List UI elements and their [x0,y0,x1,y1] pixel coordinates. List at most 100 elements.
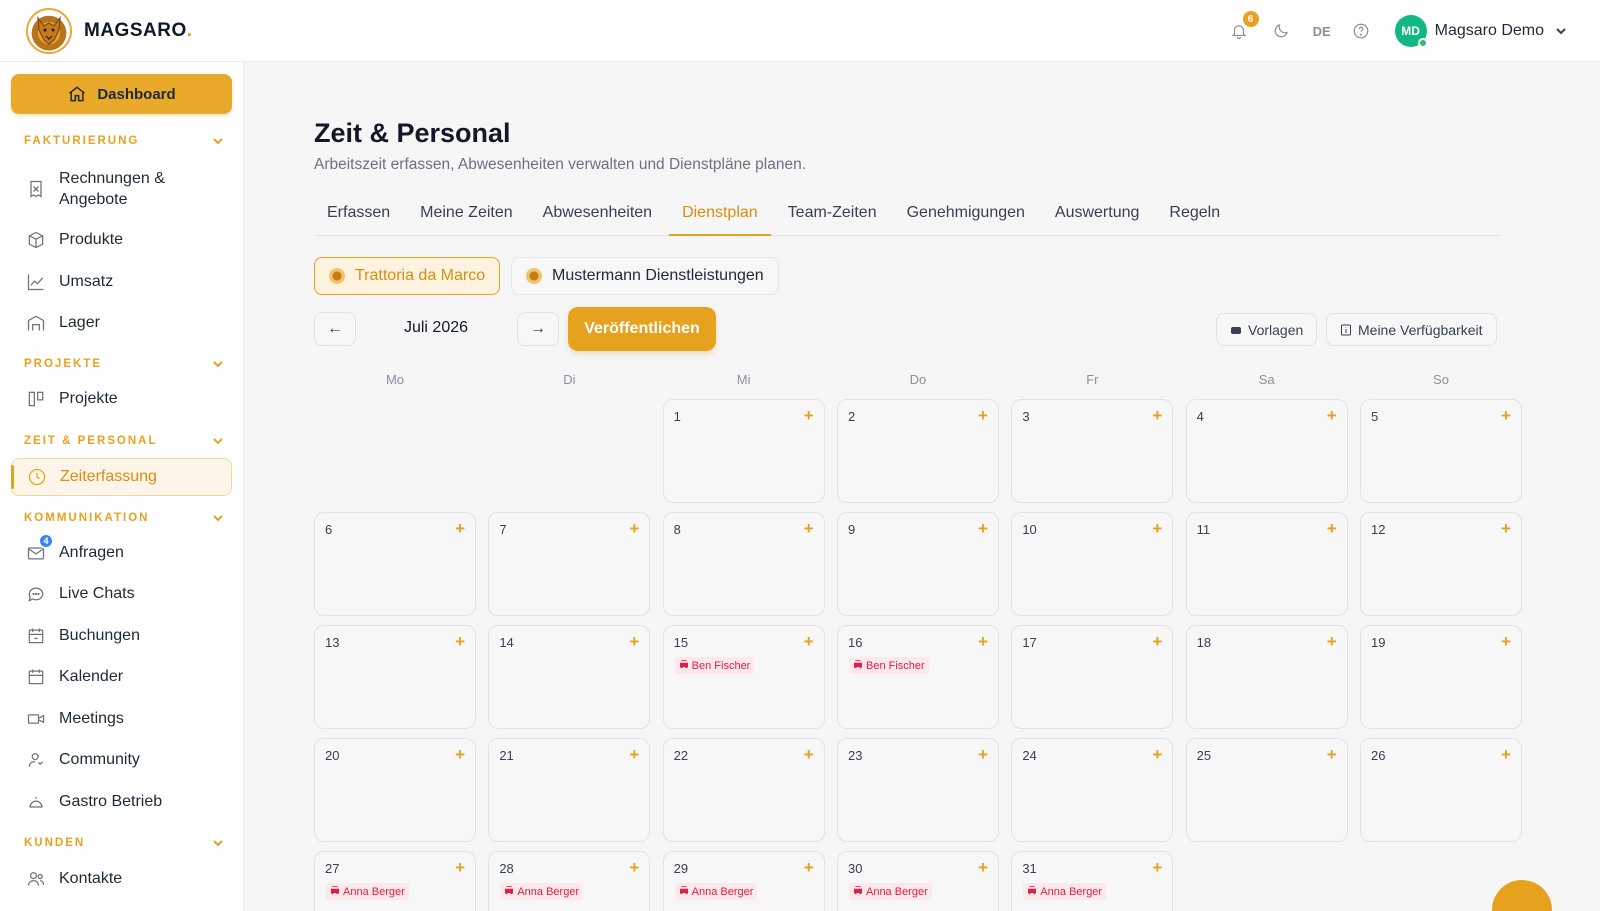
calendar-day-cell[interactable]: 18 + [1185,625,1348,729]
calendar-day-cell[interactable]: 5 + [1359,399,1522,503]
sidebar-item-community[interactable]: Community [11,748,232,772]
shift-entry[interactable]: Ben Fischer [848,657,929,674]
section-zeit-personal[interactable]: ZEIT & PERSONAL [24,435,224,447]
sidebar-item-anfragen[interactable]: 4 Anfragen [11,533,232,565]
calendar-day-cell[interactable]: 28 + Anna Berger [488,851,651,911]
add-shift-button[interactable]: + [1501,632,1511,652]
sidebar-item-gastro[interactable]: Gastro Betrieb [11,790,232,814]
add-shift-button[interactable]: + [804,745,814,765]
calendar-day-cell[interactable]: 10 + [1011,512,1174,616]
dark-mode-moon-icon[interactable] [1269,19,1293,43]
shift-entry[interactable]: Anna Berger [500,883,584,900]
add-shift-button[interactable]: + [978,858,988,878]
calendar-day-cell[interactable]: 3 + [1011,399,1174,503]
calendar-day-cell[interactable]: 20 + [314,738,476,842]
sidebar-item-umsatz[interactable]: Umsatz [11,270,232,294]
calendar-day-cell[interactable]: 31 + Anna Berger [1011,851,1174,911]
add-shift-button[interactable]: + [1501,745,1511,765]
add-shift-button[interactable]: + [804,858,814,878]
business-mustermann-button[interactable]: Mustermann Dienstleistungen [511,257,779,295]
tab-team-zeiten[interactable]: Team-Zeiten [775,198,890,236]
tab-abwesenheiten[interactable]: Abwesenheiten [530,198,665,236]
add-shift-button[interactable]: + [1501,519,1511,539]
add-shift-button[interactable]: + [1501,406,1511,426]
shift-entry[interactable]: Anna Berger [848,883,932,900]
calendar-day-cell[interactable]: 24 + [1011,738,1174,842]
calendar-day-cell[interactable]: 12 + [1359,512,1522,616]
calendar-day-cell[interactable]: 15 + Ben Fischer [662,625,825,729]
add-shift-button[interactable]: + [804,406,814,426]
calendar-day-cell[interactable]: 21 + [488,738,651,842]
sidebar-item-zeiterfassung[interactable]: Zeiterfassung [11,458,232,496]
calendar-day-cell[interactable]: 8 + [662,512,825,616]
add-shift-button[interactable]: + [629,519,639,539]
language-switch[interactable]: DE [1313,24,1331,39]
sidebar-item-buchungen[interactable]: Buchungen [11,624,232,648]
add-shift-button[interactable]: + [978,745,988,765]
calendar-day-cell[interactable]: 26 + [1359,738,1522,842]
calendar-day-cell[interactable]: 29 + Anna Berger [662,851,825,911]
tab-genehmigungen[interactable]: Genehmigungen [894,198,1038,236]
help-icon[interactable] [1349,19,1373,43]
business-trattoria-button[interactable]: Trattoria da Marco [314,257,501,295]
add-shift-button[interactable]: + [629,632,639,652]
section-kommunikation[interactable]: KOMMUNIKATION [24,512,224,524]
calendar-day-cell[interactable]: 6 + [314,512,476,616]
add-shift-button[interactable]: + [1152,858,1162,878]
add-shift-button[interactable]: + [455,519,465,539]
brand-logo[interactable]: MAGSARO. [26,8,193,54]
tab-regeln[interactable]: Regeln [1156,198,1233,236]
add-shift-button[interactable]: + [1152,406,1162,426]
sidebar-item-live-chats[interactable]: Live Chats [11,582,232,606]
calendar-day-cell[interactable]: 13 + [314,625,476,729]
tab-auswertung[interactable]: Auswertung [1042,198,1153,236]
shift-entry[interactable]: Anna Berger [326,883,409,900]
tab-meine-zeiten[interactable]: Meine Zeiten [407,198,526,236]
calendar-day-cell[interactable]: 2 + [836,399,999,503]
shift-entry[interactable]: Anna Berger [1023,883,1107,900]
notifications-bell-icon[interactable]: 6 [1227,9,1261,43]
calendar-day-cell[interactable]: 9 + [836,512,999,616]
calendar-day-cell[interactable]: 1 + [662,399,825,503]
availability-button[interactable]: Meine Verfügbarkeit [1326,313,1497,346]
shift-entry[interactable]: Anna Berger [674,883,758,900]
dashboard-button[interactable]: Dashboard [11,74,232,114]
calendar-day-cell[interactable]: 19 + [1359,625,1522,729]
sidebar-item-rechnungen[interactable]: Rechnungen & Angebote [11,166,232,212]
add-shift-button[interactable]: + [1327,745,1337,765]
add-shift-button[interactable]: + [978,519,988,539]
tab-erfassen[interactable]: Erfassen [314,198,403,236]
calendar-day-cell[interactable]: 22 + [662,738,825,842]
add-shift-button[interactable]: + [1152,745,1162,765]
templates-button[interactable]: Vorlagen [1216,313,1318,346]
add-shift-button[interactable]: + [455,745,465,765]
calendar-day-cell[interactable]: 25 + [1185,738,1348,842]
prev-month-button[interactable]: ← [314,312,356,346]
sidebar-item-meetings[interactable]: Meetings [11,707,232,731]
next-month-button[interactable]: → [517,312,559,346]
sidebar-item-lager[interactable]: Lager [11,311,232,335]
add-shift-button[interactable]: + [978,632,988,652]
calendar-day-cell[interactable]: 11 + [1185,512,1348,616]
add-shift-button[interactable]: + [1327,519,1337,539]
add-shift-button[interactable]: + [804,632,814,652]
publish-button[interactable]: Veröffentlichen [568,307,716,351]
calendar-day-cell[interactable]: 17 + [1011,625,1174,729]
calendar-day-cell[interactable]: 30 + Anna Berger [836,851,999,911]
chevron-down-icon[interactable] [1554,24,1568,38]
calendar-day-cell[interactable]: 16 + Ben Fischer [836,625,999,729]
calendar-day-cell[interactable]: 14 + [488,625,651,729]
add-shift-button[interactable]: + [804,519,814,539]
sidebar-item-kalender[interactable]: Kalender [11,665,232,689]
add-shift-button[interactable]: + [978,406,988,426]
add-shift-button[interactable]: + [455,858,465,878]
add-shift-button[interactable]: + [629,858,639,878]
sidebar-item-produkte[interactable]: Produkte [11,228,232,252]
tab-dienstplan[interactable]: Dienstplan [669,198,771,236]
shift-entry[interactable]: Ben Fischer [674,657,755,674]
calendar-day-cell[interactable]: 23 + [836,738,999,842]
section-fakturierung[interactable]: FAKTURIERUNG [24,135,224,147]
sidebar-item-kontakte[interactable]: Kontakte [11,867,232,891]
add-shift-button[interactable]: + [1327,632,1337,652]
add-shift-button[interactable]: + [1152,632,1162,652]
